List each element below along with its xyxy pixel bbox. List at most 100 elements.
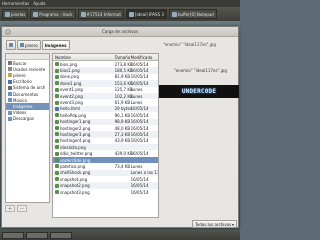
column-name[interactable]: Nombre [53,55,115,60]
filename-field[interactable]: "enemio" "ideal117es".jpg [162,41,236,49]
path-button-toggle[interactable] [6,40,16,50]
place-item[interactable]: Descargas [6,116,49,122]
file-size: 29 bytes [114,106,133,112]
place-label: Buscar [13,60,27,66]
file-size: 273,8 KB [114,61,133,67]
image-file-icon [55,81,59,86]
file-row[interactable]: hostinger3.png 27,3 KB 16/05/14 [53,131,158,138]
top-panel: Herramientas Ayuda [0,0,240,7]
file-name: helloPdp.png [60,112,87,118]
taskbar-task[interactable]: Programa : Hack [30,9,76,19]
file-modified: 16/05/14 [130,125,149,131]
file-size: 27,3 KB [114,131,131,137]
file-list: Nombre Tamaño Modificado bios.png 273,8 K… [52,53,159,218]
places-buttons: + − [5,205,27,212]
file-name: event2.png [60,93,83,99]
file-row[interactable]: hostinger2.png 48,0 KB 16/05/14 [53,125,158,131]
taskbar-task[interactable]: pinelas [2,9,29,19]
file-size: 61,9 KB [114,100,131,106]
path-bar: pinero Imágenes [6,40,70,50]
remove-bookmark-button[interactable]: − [17,205,27,212]
image-file-icon [55,119,59,124]
file-row[interactable]: bios.png 273,8 KB 16/05/14 [53,61,158,67]
taskbar-task[interactable]: #17514 Informat [77,9,124,19]
file-modified: Lunes a las 17:50 [130,170,158,176]
file-name-cell: helloPdp.png [53,113,115,118]
file-row[interactable]: odio_twitter.png 439,0 KB 16/05/14 [53,150,158,156]
file-size: 81,9 KB [114,74,131,80]
column-modified[interactable]: Modificado [129,55,158,60]
file-row[interactable]: hostinger1.png 98,9 KB 16/05/14 [53,118,158,125]
file-name: snapshot3.png [60,189,90,195]
file-row[interactable]: done1.png 153,6 KB 16/05/14 [53,80,158,87]
bottom-task[interactable] [50,231,72,239]
app-icon [80,11,86,17]
file-row[interactable]: bios1.png 180,5 KB 16/05/14 [53,67,158,74]
dialog-titlebar[interactable]: × Carga de archivos [2,27,238,37]
file-name-cell: bios1.png [53,68,115,73]
file-name: bios1.png [60,68,80,74]
file-row[interactable]: done.png 81,9 KB 16/05/14 [53,74,158,80]
file-name-cell: idealista.png [53,145,115,150]
file-name-cell: snapshot.png [53,177,115,182]
file-size: 43,9 KB [114,138,131,144]
file-row[interactable]: snapshot.png 16/05/14 [53,176,158,182]
file-name: hostinger2.png [60,125,91,131]
file-row[interactable]: snapshot3.png 16/05/14 [53,189,158,195]
image-file-icon [55,100,59,105]
add-bookmark-button[interactable]: + [5,205,15,212]
file-row[interactable]: patetico.png 73,4 KB Lunes [53,163,158,169]
image-file-icon [55,190,59,194]
image-file-icon [55,170,59,175]
column-size[interactable]: Tamaño [115,55,131,60]
path-button-images[interactable]: Imágenes [41,40,70,50]
file-row[interactable]: helloPdp.png 96,1 KB 16/05/14 [53,112,158,118]
file-row[interactable]: event3.png 61,9 KB Lunes [53,99,158,105]
folder-icon [8,67,12,72]
file-name-cell: hello.html [53,106,115,111]
chevron-down-icon: ▾ [231,222,234,227]
image-file-icon [55,183,59,188]
file-size: 180,5 KB [114,68,133,74]
menu-herramientas[interactable]: Herramientas [2,1,29,6]
file-modified: Lunes [130,163,143,169]
file-row[interactable]: hello.html 29 bytes 16/05/14 [53,105,158,113]
place-label: Usados reciente [13,66,46,72]
close-icon[interactable]: × [5,29,11,35]
folder-icon [8,110,12,115]
image-file-icon [55,94,59,99]
app-icon [5,11,10,17]
file-name-cell: bios.png [53,62,115,67]
taskbar-task[interactable]: [ideal] IPASS 3 [125,9,167,19]
image-file-icon [55,145,59,150]
folder-icon [8,116,12,121]
file-type-filter[interactable]: Todos los archivos ▾ [192,220,237,228]
file-name-cell: event1.png [53,87,115,92]
menu-ayuda[interactable]: Ayuda [33,1,45,6]
folder-icon [8,79,12,84]
dialog-title: Carga de archivos [101,29,139,34]
taskbar-task[interactable]: buffer[0] Notepad [168,9,217,19]
bottom-task[interactable] [2,231,24,239]
file-row[interactable]: hostinger4.png 43,9 KB 16/05/14 [53,138,158,144]
file-size: 96,1 KB [114,112,131,118]
file-row[interactable]: shellShock.png Lunes a las 17:50 [53,169,158,177]
file-row[interactable]: event2.png 102,2 KB Lunes [53,92,158,100]
filter-label: Todos los archivos [195,222,232,227]
place-item[interactable]: Usados reciente [6,66,49,72]
file-row[interactable]: snapshot2.png 16/05/14 [53,182,158,189]
folder-icon [8,85,12,90]
bottom-task[interactable] [26,231,48,239]
file-row[interactable]: event1.png 125,7 KB Lunes [53,87,158,93]
file-list-header: Nombre Tamaño Modificado [53,54,158,61]
folder-icon [8,61,12,66]
file-name: hostinger4.png [60,138,91,144]
folder-icon [8,98,12,103]
path-button-home[interactable]: pinero [17,40,41,50]
file-modified: 16/05/14 [130,61,149,67]
place-item[interactable]: Sistema de arch [6,85,49,91]
file-name-cell: underc0de.png [53,158,115,163]
file-modified: Lunes [130,100,143,106]
file-modified: 16/05/14 [130,131,149,137]
file-size: 439,0 KB [114,151,133,157]
